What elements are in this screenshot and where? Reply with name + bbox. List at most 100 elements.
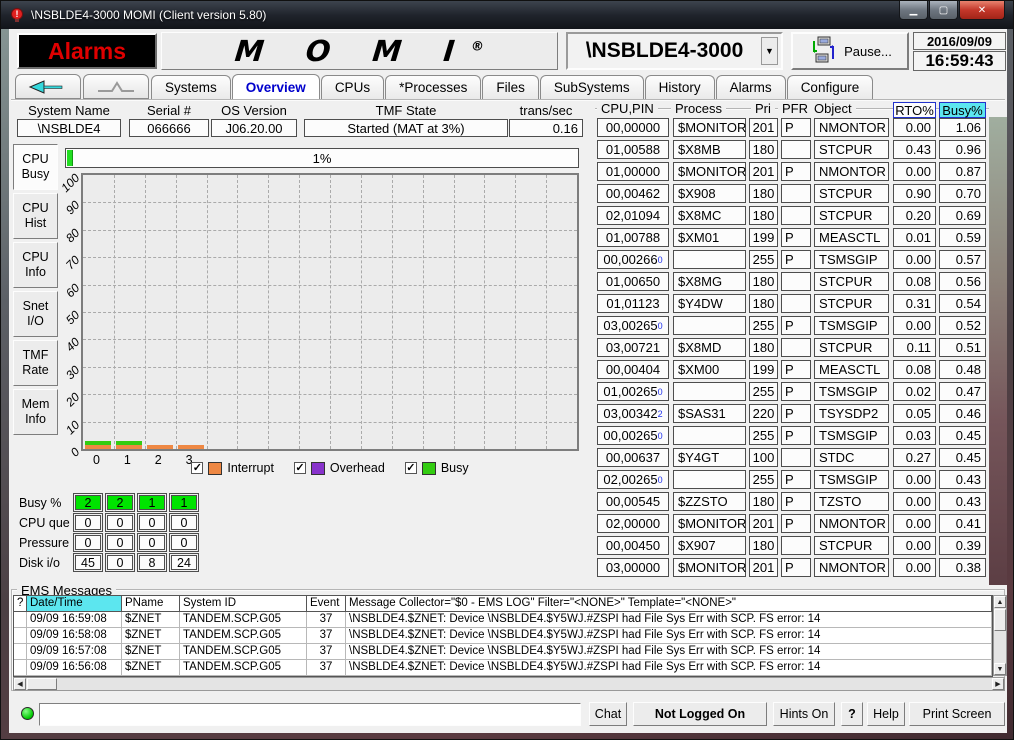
legend-item-busy: ✓Busy: [405, 461, 469, 475]
ems-hscroll-thumb[interactable]: [27, 678, 57, 690]
process-busy: 0.59: [939, 228, 986, 247]
tab-systems[interactable]: Systems: [151, 75, 231, 100]
legend-item-overhead: ✓Overhead: [294, 461, 385, 475]
stat-cell: 0: [169, 513, 199, 532]
process-process: $X907: [673, 536, 746, 555]
process-busy: 0.87: [939, 162, 986, 181]
ems-col-header-5[interactable]: Message Collector="$0 - EMS LOG" Filter=…: [346, 596, 992, 611]
process-object: NMONTOR: [814, 558, 889, 577]
ems-col-header-1[interactable]: Date/Time: [27, 596, 122, 611]
tab-subsystems[interactable]: SubSystems: [540, 75, 644, 100]
ems-message-row[interactable]: 09/09 16:58:08$ZNETTANDEM.SCP.G0537\NSBL…: [14, 628, 992, 644]
alarms-button[interactable]: Alarms: [17, 33, 157, 69]
process-col-header-rto-sort[interactable]: RTO%: [893, 102, 936, 118]
info-label-1: Serial #: [123, 103, 215, 118]
ems-message-row[interactable]: 09/09 16:59:08$ZNETTANDEM.SCP.G0537\NSBL…: [14, 612, 992, 628]
pulse-tab[interactable]: [83, 74, 149, 99]
chevron-down-icon[interactable]: ▼: [761, 37, 778, 65]
scroll-down-icon[interactable]: ▼: [994, 663, 1006, 675]
close-button[interactable]: ✕: [959, 1, 1005, 20]
sidebar-item-line: Busy: [22, 167, 50, 182]
stat-cell-value: 0: [107, 555, 133, 570]
process-rto: 0.43: [893, 140, 936, 159]
gridline-v: [392, 175, 393, 449]
status-message-field[interactable]: [39, 703, 581, 726]
gridline-v: [515, 175, 516, 449]
process-col-header-object: Object: [810, 101, 856, 116]
svg-text:!: !: [16, 9, 19, 19]
ems-vertical-scrollbar[interactable]: ▲ ▼: [993, 595, 1007, 676]
status-button-chat[interactable]: Chat: [589, 702, 627, 726]
process-pin: 00,00462: [597, 184, 669, 203]
process-rto: 0.03: [893, 426, 936, 445]
scroll-up-icon[interactable]: ▲: [994, 596, 1006, 608]
ems-message-row[interactable]: 09/09 16:56:08$ZNETTANDEM.SCP.G0537\NSBL…: [14, 660, 992, 676]
process-rto: 0.00: [893, 316, 936, 335]
process-col-header-busy-sort[interactable]: Busy%: [939, 102, 986, 118]
legend-checkbox-overhead[interactable]: ✓: [294, 462, 306, 474]
back-arrow-tab[interactable]: [15, 74, 81, 99]
tab-configure[interactable]: Configure: [787, 75, 874, 100]
process-rto: 0.00: [893, 492, 936, 511]
process-process: $X8MC: [673, 206, 746, 225]
maximize-button[interactable]: ▢: [929, 1, 958, 20]
tab-cpus[interactable]: CPUs: [321, 75, 384, 100]
stat-cell: 0: [137, 513, 167, 532]
system-selector[interactable]: \NSBLDE4-3000 ▼: [566, 32, 783, 70]
process-pfr: P: [781, 404, 811, 423]
process-rto: 0.00: [893, 536, 936, 555]
stat-cell-value: 8: [139, 555, 165, 570]
tab-processes[interactable]: *Processes: [385, 75, 481, 100]
status-button-not-logged-on[interactable]: Not Logged On: [633, 702, 767, 726]
process-pin: 00,00545: [597, 492, 669, 511]
process-pfr: [781, 140, 811, 159]
process-rto: 0.01: [893, 228, 936, 247]
info-value-0: \NSBLDE4: [17, 119, 121, 137]
status-button-hints-on[interactable]: Hints On: [773, 702, 835, 726]
tab-files[interactable]: Files: [482, 75, 539, 100]
process-pfr: P: [781, 316, 811, 335]
stat-cell: 0: [73, 533, 103, 552]
scroll-right-icon[interactable]: ▶: [992, 678, 1004, 690]
sidebar-item-cpu-busy[interactable]: CPUBusy: [13, 144, 58, 190]
ems-col-header-4[interactable]: Event: [307, 596, 346, 611]
tab-alarms[interactable]: Alarms: [716, 75, 786, 100]
stat-cell-value: 0: [171, 535, 197, 550]
process-busy: 0.39: [939, 536, 986, 555]
process-pri: 255: [749, 470, 778, 489]
ems-col-header-0[interactable]: ?: [14, 596, 27, 611]
momi-logo-panel: M O M I®: [161, 32, 558, 70]
tab-bar: SystemsOverviewCPUs*ProcessesFilesSubSys…: [151, 74, 874, 100]
ems-message-row[interactable]: 09/09 16:57:08$ZNETTANDEM.SCP.G0537\NSBL…: [14, 644, 992, 660]
legend-swatch-interrupt: [208, 462, 222, 475]
stat-label-pressure: Pressure: [19, 536, 71, 550]
ems-horizontal-scrollbar[interactable]: ◀ ▶: [13, 677, 1005, 691]
process-process: $X908: [673, 184, 746, 203]
process-rto: 0.27: [893, 448, 936, 467]
process-pri: 201: [749, 514, 778, 533]
legend-checkbox-interrupt[interactable]: ✓: [191, 462, 203, 474]
process-pri: 201: [749, 558, 778, 577]
ems-col-header-2[interactable]: PName: [122, 596, 180, 611]
pulse-icon: [94, 79, 138, 95]
cpu-busy-progressbar: 1%: [65, 148, 579, 168]
status-button-help-quick[interactable]: ?: [841, 702, 863, 726]
process-pri: 180: [749, 140, 778, 159]
bar-interrupt-cpu1: [116, 445, 142, 449]
legend-checkbox-busy[interactable]: ✓: [405, 462, 417, 474]
process-rto: 0.00: [893, 470, 936, 489]
pause-button[interactable]: Pause...: [791, 32, 909, 70]
process-process: $MONITOR: [673, 162, 746, 181]
stat-label-diskio: Disk i/o: [19, 556, 71, 570]
scroll-left-icon[interactable]: ◀: [14, 678, 26, 690]
tab-history[interactable]: History: [645, 75, 715, 100]
chart-legend: ✓Interrupt✓Overhead✓Busy: [81, 461, 579, 475]
stat-cell: 24: [169, 553, 199, 572]
minimize-button[interactable]: ▁: [899, 1, 928, 20]
status-button-help[interactable]: Help: [867, 702, 905, 726]
ems-vscroll-thumb[interactable]: [994, 609, 1006, 631]
ems-col-header-3[interactable]: System ID: [180, 596, 307, 611]
system-selector-value: \NSBLDE4-3000: [568, 39, 761, 63]
tab-overview[interactable]: Overview: [232, 74, 320, 100]
status-button-print-screen[interactable]: Print Screen: [909, 702, 1005, 726]
